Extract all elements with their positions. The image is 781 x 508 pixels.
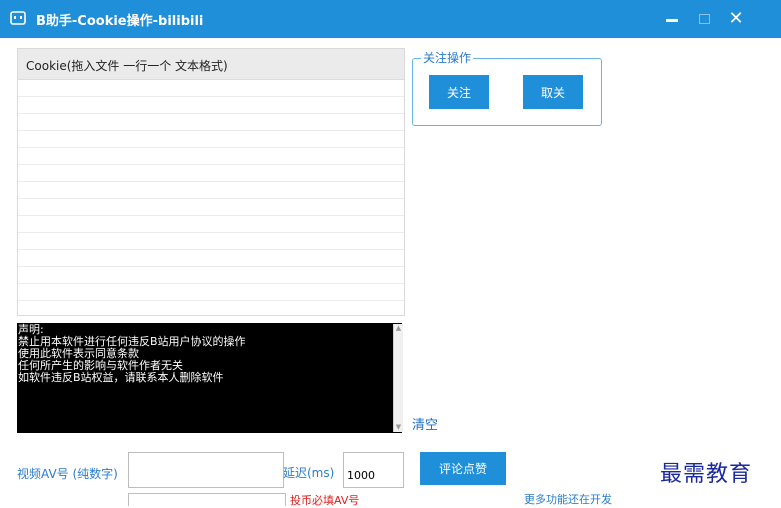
cookie-list-rows[interactable] xyxy=(18,80,404,315)
bilibili-tv-icon xyxy=(10,11,26,25)
delay-input[interactable] xyxy=(343,452,404,488)
delay-label: 延迟(ms) xyxy=(283,466,335,480)
av-number-label: 视频AV号 (纯数字) xyxy=(17,467,118,481)
follow-group-legend: 关注操作 xyxy=(421,51,474,65)
notice-lines: 声明: 禁止用本软件进行任何违反B站用户协议的操作 使用此软件表示同意条款 任何… xyxy=(18,324,246,384)
cookie-column-title: Cookie(拖入文件 一行一个 文本格式) xyxy=(26,59,228,73)
unfollow-button[interactable]: 取关 xyxy=(523,75,583,109)
watermark-text: 最需教育 xyxy=(660,462,753,487)
follow-button[interactable]: 关注 xyxy=(429,75,489,109)
notice-textarea[interactable]: 声明: 禁止用本软件进行任何违反B站用户协议的操作 使用此软件表示同意条款 任何… xyxy=(17,323,402,433)
more-features-note: 更多功能还在开发 xyxy=(524,493,612,506)
title-bar: B助手-Cookie操作-bilibili ✕ xyxy=(0,0,781,38)
comment-like-button[interactable]: 评论点赞 xyxy=(420,452,506,485)
follow-group: 关注操作 关注 取关 xyxy=(412,51,602,126)
close-icon[interactable]: ✕ xyxy=(725,8,747,30)
scroll-down-icon[interactable]: ▼ xyxy=(394,423,403,432)
notice-line: 如软件违反B站权益，请联系本人删除软件 xyxy=(18,371,224,384)
scroll-up-icon[interactable]: ▲ xyxy=(394,324,403,333)
maximize-icon[interactable] xyxy=(693,8,715,30)
minimize-icon[interactable] xyxy=(661,8,683,30)
window-title: B助手-Cookie操作-bilibili xyxy=(36,14,204,29)
notice-scrollbar[interactable]: ▲ ▼ xyxy=(393,324,403,432)
required-note: 投币必填AV号 xyxy=(290,494,360,507)
clear-link[interactable]: 清空 xyxy=(412,414,438,433)
cookie-list-header: Cookie(拖入文件 一行一个 文本格式) xyxy=(18,49,404,80)
coin-av-input[interactable] xyxy=(128,493,286,506)
av-number-input[interactable] xyxy=(128,452,284,488)
cookie-list[interactable]: Cookie(拖入文件 一行一个 文本格式) xyxy=(17,48,405,316)
